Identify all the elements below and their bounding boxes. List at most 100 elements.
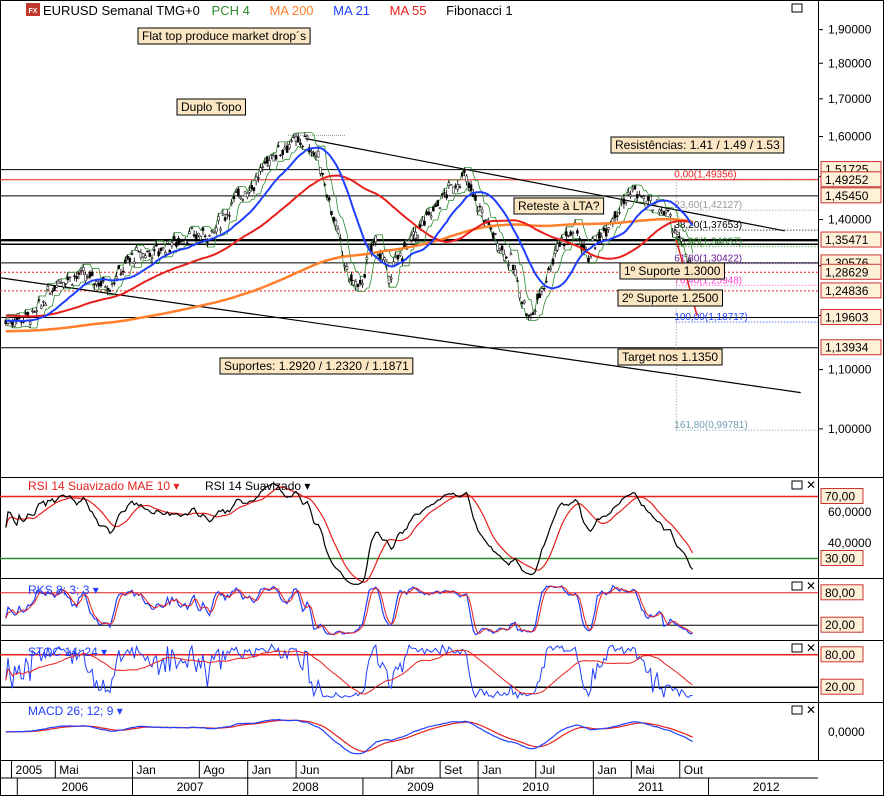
candle-body [525, 313, 528, 316]
candle-body [294, 136, 298, 142]
candle-body [387, 276, 391, 284]
candle-body [148, 252, 152, 257]
candle-body [232, 196, 236, 200]
candle-body [206, 241, 209, 243]
candle-body [460, 172, 464, 177]
month-label: Jun [300, 763, 319, 777]
candle-body [281, 149, 284, 155]
candle-body [480, 209, 484, 213]
candle-body [241, 199, 245, 201]
candle-body [347, 279, 351, 282]
candle-body [261, 166, 265, 168]
ma200-label[interactable]: MA 200 [269, 3, 313, 18]
ma21-label[interactable]: MA 21 [333, 3, 370, 18]
candle-body [576, 230, 579, 234]
month-label: Jan [597, 763, 616, 777]
candle-body [647, 196, 650, 201]
candle-body [28, 321, 32, 326]
candle-body [299, 142, 302, 145]
price-level-label: 1,24836 [825, 284, 869, 298]
rsi-mae-title[interactable]: RSI 14 Suavizado MAE 10 ▾ [28, 479, 179, 493]
candle-body [642, 196, 646, 199]
panel-maximize-icon [791, 3, 803, 13]
stoc-level-label: 80,00 [825, 648, 855, 662]
candle-body [509, 253, 513, 256]
candle-body [150, 257, 154, 260]
candle-body [545, 281, 548, 283]
month-label: Jan [482, 763, 501, 777]
rsi-tick-label: 40,0000 [828, 536, 872, 550]
candle-body [203, 235, 207, 237]
ma200-line [5, 217, 693, 333]
y-tick-label: 1,40000 [828, 213, 872, 227]
candle-body [438, 207, 442, 209]
macd-title[interactable]: MACD 26; 12; 9 ▾ [28, 704, 123, 718]
candle-body [354, 281, 358, 287]
candle-body [359, 280, 362, 284]
app-badge-text: FX [29, 8, 38, 15]
panel-close-icon[interactable]: ✕ [806, 478, 816, 492]
ma55-label[interactable]: MA 55 [390, 3, 427, 18]
candle-body [549, 267, 553, 270]
fibonacci-label[interactable]: Fibonacci 1 [446, 3, 512, 18]
candle-body [82, 267, 85, 272]
candle-body [607, 227, 610, 231]
candle-body [669, 214, 672, 217]
y-tick-label: 1,10000 [828, 363, 872, 377]
candle-body [75, 276, 78, 279]
candle-body [325, 194, 329, 198]
pch-lower [5, 145, 693, 329]
candle-body [542, 288, 546, 290]
candle-body [265, 156, 269, 164]
candle-body [197, 233, 200, 236]
candle-body [119, 273, 123, 275]
candle-body [97, 282, 101, 287]
header-legend[interactable]: EURUSD Semanal TMG+0 PCH 4 MA 200 MA 21 … [43, 3, 513, 18]
candle-body [678, 235, 681, 238]
fib-level-label: 161,80(0,99781) [674, 420, 747, 431]
candle-body [602, 227, 606, 232]
candle-body [522, 300, 526, 304]
candle-body [24, 312, 27, 315]
panel-close-icon[interactable]: ✕ [806, 703, 816, 717]
rks-title[interactable]: RKS 8; 3; 3 ▾ [28, 583, 99, 597]
candle-body [44, 303, 47, 306]
candle-body [476, 210, 479, 213]
panel-close-icon[interactable]: ✕ [806, 641, 816, 655]
candle-body [135, 247, 138, 251]
candle-body [144, 255, 147, 259]
candle-body [237, 188, 240, 196]
symbol-label[interactable]: EURUSD Semanal TMG+0 [43, 3, 200, 18]
candle-body [117, 265, 121, 269]
double-top-note: Duplo Topo [181, 100, 242, 114]
candle-body [303, 135, 307, 137]
candle-body [57, 281, 61, 284]
candle-body [259, 167, 262, 172]
candle-body [177, 237, 180, 245]
pch-label[interactable]: PCH 4 [212, 3, 250, 18]
candle-body [394, 256, 397, 259]
candle-body [73, 275, 76, 277]
candle-body [429, 215, 433, 218]
candle-body [239, 196, 242, 199]
candle-body [137, 251, 140, 253]
rsi-level-label: 70,00 [825, 490, 855, 504]
candle-body [234, 191, 238, 193]
rsi-title[interactable]: RSI 14 Suavizado ▾ [205, 479, 310, 493]
candle-body [516, 280, 519, 282]
candle-body [496, 243, 499, 251]
candle-body [46, 286, 50, 290]
candle-body [268, 160, 271, 167]
candle-body [534, 310, 537, 312]
candle-body [560, 237, 564, 239]
candle-body [33, 311, 36, 313]
candle-body [565, 231, 568, 237]
candle-body [272, 155, 276, 162]
month-label: Ago [203, 763, 225, 777]
candle-body [427, 211, 431, 215]
stoc-title[interactable]: STOC 14; 24 ▾ [28, 645, 107, 659]
panel-close-icon[interactable]: ✕ [806, 579, 816, 593]
candle-body [159, 247, 163, 251]
candle-body [363, 274, 366, 278]
target-note: Target nos 1.1350 [622, 350, 718, 364]
